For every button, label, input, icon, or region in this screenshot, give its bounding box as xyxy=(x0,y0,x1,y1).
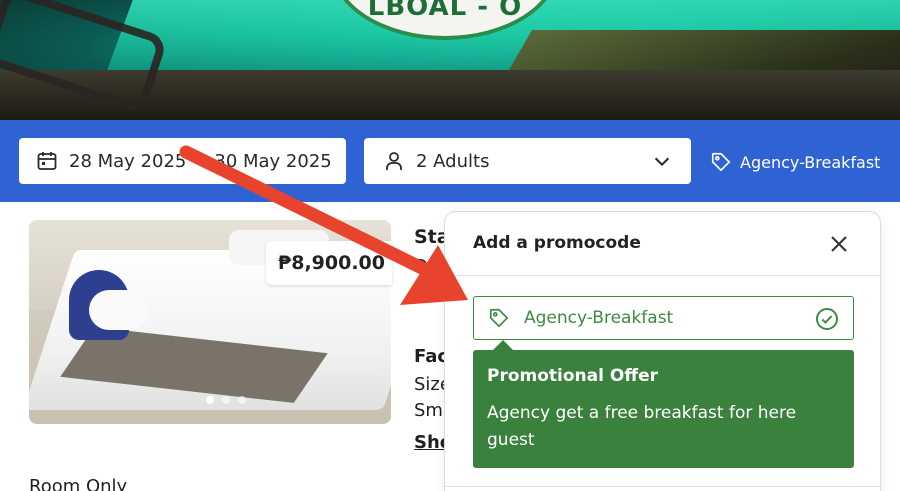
panel-header: Add a promocode xyxy=(445,212,880,276)
offer-title: Promotional Offer xyxy=(487,366,659,386)
facilities-heading: Fac xyxy=(414,346,449,367)
carousel-dot[interactable] xyxy=(222,396,230,404)
carousel-dots[interactable] xyxy=(206,396,246,404)
guests-label: 2 Adults xyxy=(416,150,490,172)
close-button[interactable] xyxy=(827,232,851,256)
towel xyxy=(89,290,149,330)
close-icon xyxy=(831,236,847,252)
tag-icon xyxy=(710,151,732,173)
tag-icon xyxy=(488,307,510,329)
promocode-value: Agency-Breakfast xyxy=(524,308,674,328)
hero-image: LBOAL - O xyxy=(0,0,900,120)
smoking-info: Sm xyxy=(414,400,443,421)
chevron-down-icon xyxy=(651,150,673,172)
resort-logo-text: LBOAL - O xyxy=(367,0,523,22)
offer-description: Agency get a free breakfast for here gue… xyxy=(487,403,797,450)
panel-title: Add a promocode xyxy=(473,233,641,253)
check-circle-icon xyxy=(815,307,839,331)
date-range-field[interactable]: 28 May 2025 30 May 2025 xyxy=(19,138,346,184)
booking-bar: 28 May 2025 30 May 2025 2 Adults Agency-… xyxy=(0,120,900,202)
promocode-panel: Add a promocode Agency-Breakfast Promoti… xyxy=(444,211,881,491)
applied-promo-label: Agency-Breakfast xyxy=(740,152,881,172)
rate-plan-label: Room Only xyxy=(29,476,128,491)
room-description: D xyxy=(414,256,428,277)
person-icon xyxy=(382,149,406,173)
check-in-date: 28 May 2025 xyxy=(69,150,187,172)
guests-dropdown[interactable]: 2 Adults xyxy=(364,138,691,184)
applied-promo-chip[interactable]: Agency-Breakfast xyxy=(710,151,880,173)
promocode-input[interactable]: Agency-Breakfast xyxy=(473,296,854,340)
check-out-date: 30 May 2025 xyxy=(214,150,332,172)
carousel-dot[interactable] xyxy=(238,396,246,404)
promotional-offer-box: Promotional Offer Agency get a free brea… xyxy=(473,340,854,468)
calendar-icon xyxy=(35,149,59,173)
carousel-dot-active[interactable] xyxy=(206,396,214,404)
room-price: ₱8,900.00 xyxy=(266,241,392,285)
panel-divider xyxy=(445,486,880,487)
